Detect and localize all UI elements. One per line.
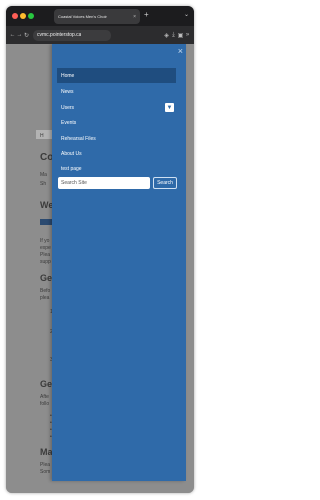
nav-item-label: News [61, 88, 74, 95]
background-text: supp [40, 259, 51, 265]
background-text: Som [40, 469, 51, 475]
nav-item-about-us[interactable]: About Us [57, 146, 176, 161]
background-text: Plea [40, 462, 51, 468]
page-viewport: H Co Ma Sh We If yo expe Plea supp Ge Be… [6, 44, 194, 493]
background-heading: Ge [40, 273, 53, 283]
background-text: Afte [40, 394, 49, 400]
nav-item-label: Rehearsal Files [61, 135, 96, 142]
tab-title: Coastal Voices Men's Choir [58, 14, 107, 19]
nav-item-label: Users [61, 104, 75, 111]
nav-item-label: Events [61, 119, 77, 126]
search-input[interactable] [58, 177, 150, 189]
browser-tab[interactable]: Coastal Voices Men's Choir × [54, 9, 140, 24]
nav-item-news[interactable]: News [57, 84, 176, 99]
expand-icon[interactable]: ▼ [165, 103, 174, 112]
background-text: Befo [40, 288, 51, 294]
browser-window: Coastal Voices Men's Choir × + ⌄ ← → ↻ c… [6, 6, 194, 493]
navigation-toolbar: ← → ↻ cvmc.pointerstop.ca ◈ ⤓ ▣ » [6, 26, 194, 44]
tab-bar: Coastal Voices Men's Choir × + ⌄ [6, 6, 194, 26]
nav-item-events[interactable]: Events [57, 115, 176, 130]
breadcrumb-text: H [40, 133, 44, 139]
background-text: If yo [40, 238, 50, 244]
close-tab-icon[interactable]: × [133, 14, 136, 20]
navigation-drawer: × Home News Users ▼ Events Rehearsal Fil… [52, 44, 186, 481]
background-text: plea [40, 295, 50, 301]
background-text: follo [40, 401, 50, 407]
url-text: cvmc.pointerstop.ca [37, 32, 82, 38]
menu-icon[interactable]: » [184, 32, 191, 39]
download-icon[interactable]: ⤓ [170, 32, 177, 39]
nav-item-rehearsal-files[interactable]: Rehearsal Files [57, 131, 176, 146]
nav-item-label: test page [61, 165, 82, 172]
background-text: Plea [40, 252, 51, 258]
tab-list-icon[interactable]: ⌄ [184, 11, 189, 18]
reload-icon[interactable]: ↻ [23, 32, 30, 39]
nav-item-home[interactable]: Home [57, 68, 176, 83]
close-icon[interactable]: × [178, 46, 183, 56]
address-bar[interactable]: cvmc.pointerstop.ca [33, 29, 111, 41]
nav-item-users[interactable]: Users ▼ [57, 100, 176, 115]
minimize-window-button[interactable] [20, 13, 26, 19]
zoom-window-button[interactable] [28, 13, 34, 19]
nav-item-label: About Us [61, 150, 82, 157]
nav-item-test-page[interactable]: test page [57, 161, 176, 176]
close-window-button[interactable] [12, 13, 18, 19]
nav-item-label: Home [61, 72, 75, 79]
background-heading: Ge [40, 379, 53, 389]
background-button [40, 219, 52, 225]
background-text: expe [40, 245, 51, 251]
new-tab-button[interactable]: + [144, 10, 149, 20]
background-text: Sh [40, 181, 47, 187]
background-heading: Ma [40, 447, 53, 457]
back-icon[interactable]: ← [9, 32, 16, 38]
forward-icon[interactable]: → [16, 32, 23, 38]
shield-icon[interactable]: ◈ [163, 32, 170, 39]
background-text: Ma [40, 172, 47, 178]
extensions-icon[interactable]: ▣ [177, 32, 184, 39]
search-button[interactable]: Search [153, 177, 177, 189]
